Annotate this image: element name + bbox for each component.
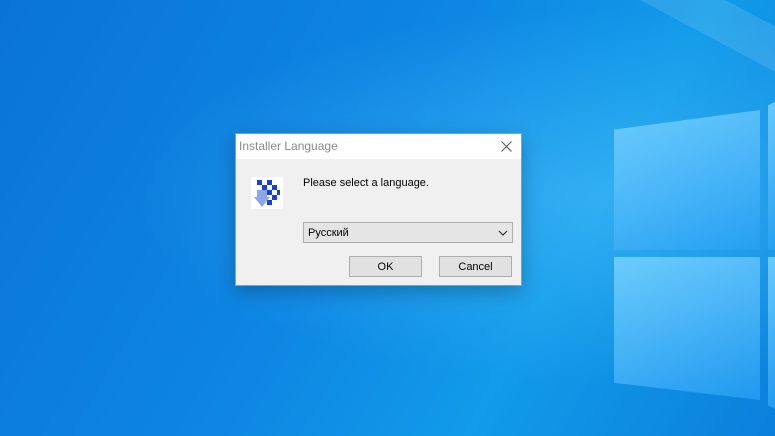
cancel-button[interactable]: Cancel <box>439 256 512 277</box>
dialog-title: Installer Language <box>239 139 338 153</box>
installer-language-dialog: Installer Language Please select a langu… <box>235 133 522 286</box>
logo-pane-top-right <box>768 96 775 250</box>
wallpaper-light-beam <box>631 0 775 118</box>
dialog-titlebar[interactable]: Installer Language <box>236 134 521 159</box>
chevron-down-icon <box>498 230 508 236</box>
logo-pane-bottom-right <box>768 257 775 415</box>
installer-icon <box>251 177 283 209</box>
logo-pane-top-left <box>614 110 760 250</box>
prompt-text: Please select a language. <box>303 177 429 189</box>
desktop: Installer Language Please select a langu… <box>0 0 775 436</box>
close-button[interactable] <box>491 134 521 159</box>
language-select[interactable]: Русский <box>303 222 513 243</box>
language-select-value: Русский <box>308 227 349 239</box>
logo-pane-bottom-left <box>614 257 760 400</box>
ok-button[interactable]: OK <box>349 256 422 277</box>
close-icon <box>500 141 512 152</box>
